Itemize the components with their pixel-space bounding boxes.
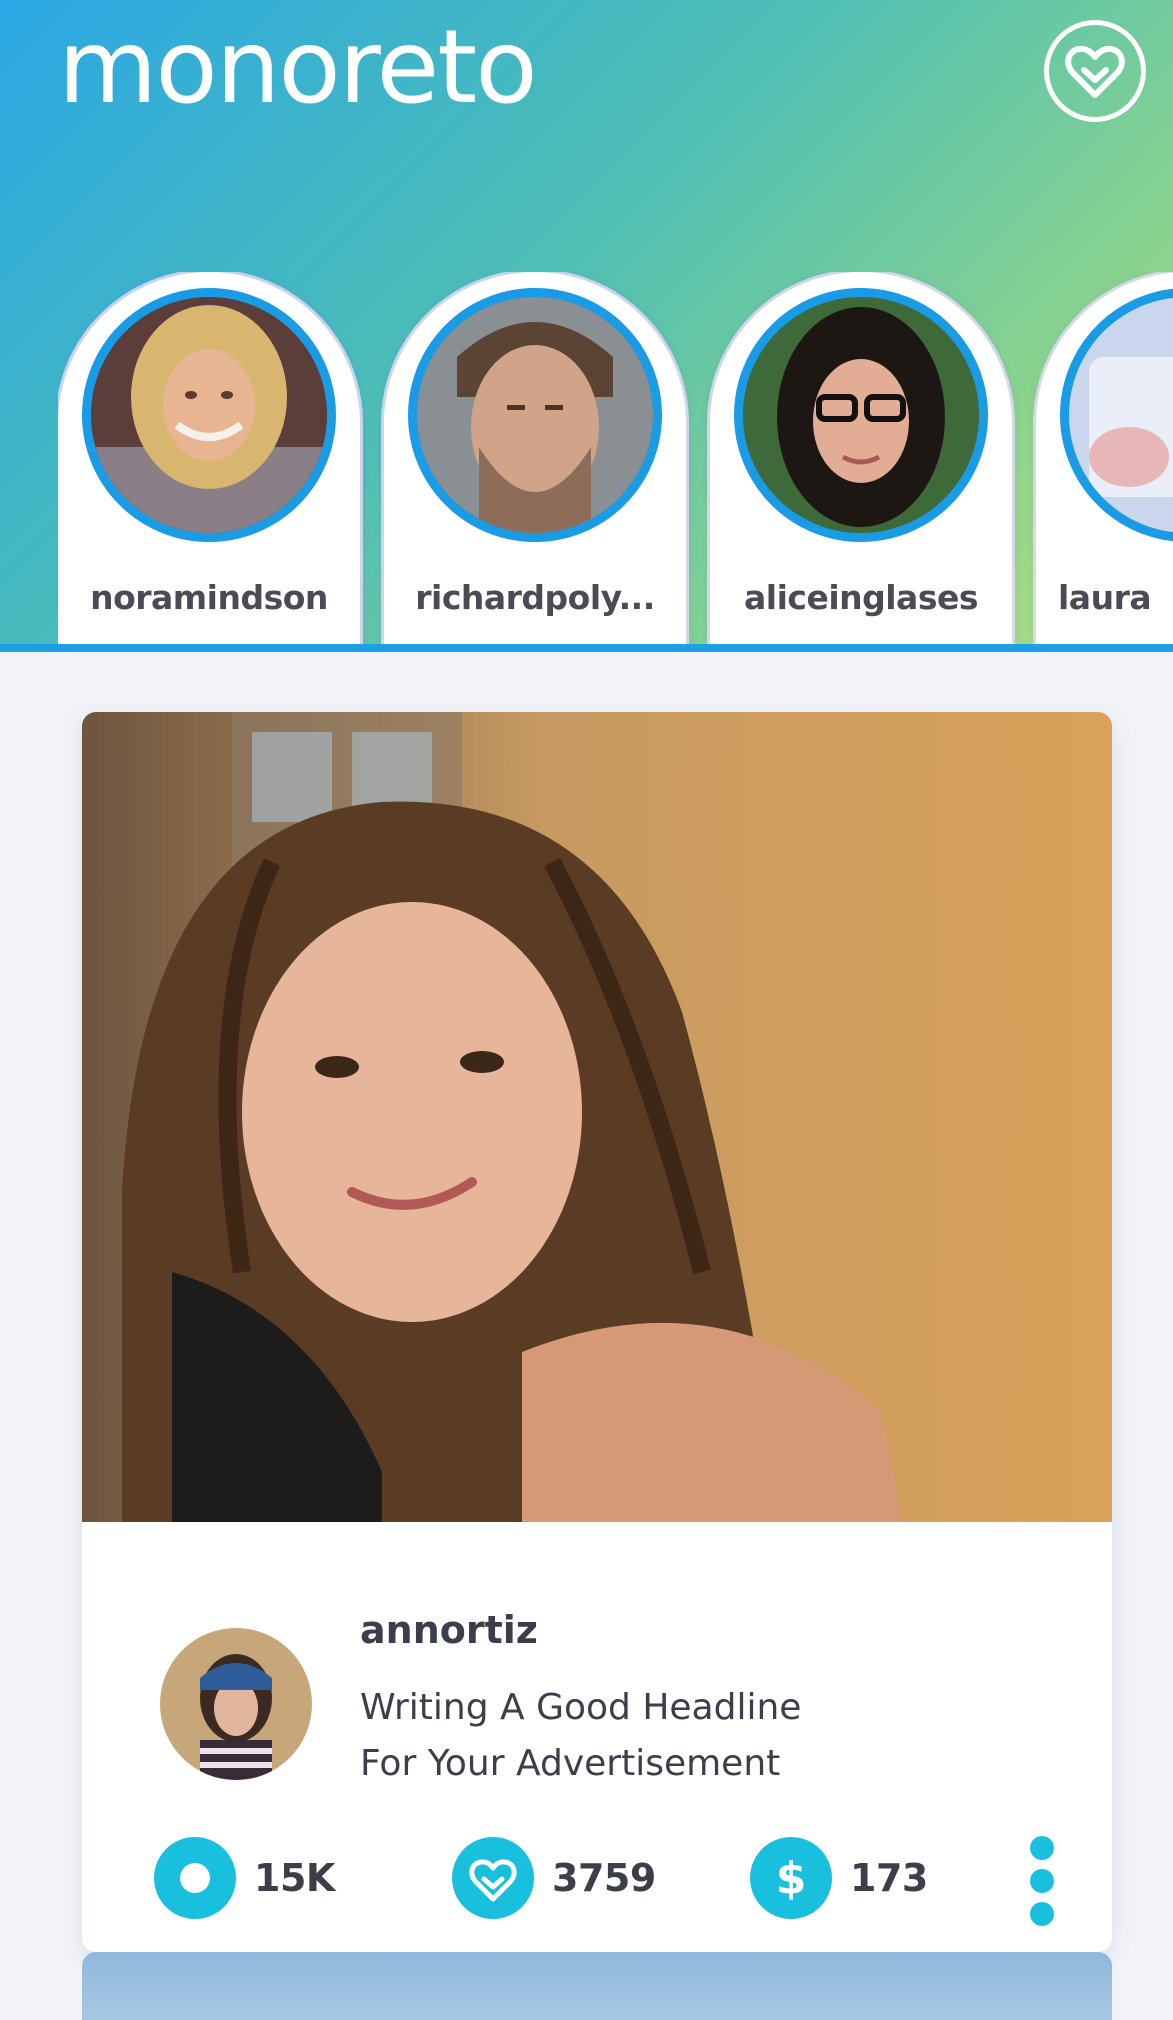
favorites-button[interactable] <box>1044 20 1146 122</box>
views-count: 15K <box>254 1856 335 1900</box>
headline-line: Writing A Good Headline <box>360 1687 802 1728</box>
app-screen: monoreto noramindson richardpoly... alic… <box>0 0 1173 2020</box>
author-avatar[interactable] <box>160 1628 312 1780</box>
dot <box>1030 1869 1054 1893</box>
story-card[interactable]: richardpoly... <box>384 272 686 644</box>
more-options-button[interactable] <box>1022 1836 1062 1926</box>
likes-count: 3759 <box>552 1856 656 1900</box>
next-post-photo <box>82 1952 1112 2020</box>
feed[interactable]: annortiz Writing A Good Headline For You… <box>0 652 1173 2020</box>
views-icon <box>154 1837 236 1919</box>
heart-icon <box>452 1837 534 1919</box>
heart-icon <box>1065 45 1125 98</box>
story-avatar <box>408 288 662 542</box>
post-card: annortiz Writing A Good Headline For You… <box>82 712 1112 1952</box>
app-logo[interactable]: monoreto <box>58 8 538 128</box>
dollar-icon: $ <box>750 1837 832 1919</box>
post-photo[interactable] <box>82 712 1112 1522</box>
story-username: noramindson <box>90 578 328 617</box>
likes-stat[interactable]: 3759 <box>452 1836 656 1920</box>
story-username: laura <box>1058 578 1152 617</box>
tips-count: 173 <box>850 1856 928 1900</box>
story-card[interactable]: aliceinglases <box>710 272 1012 644</box>
headline-line: For Your Advertisement <box>360 1743 781 1784</box>
post-stats: 15K 3759 $ 173 <box>154 1836 1054 1920</box>
post-author-name[interactable]: annortiz <box>360 1608 538 1652</box>
story-avatar <box>734 288 988 542</box>
story-username: richardpoly... <box>415 578 655 617</box>
story-card[interactable]: noramindson <box>58 272 360 644</box>
post-headline: Writing A Good Headline For Your Adverti… <box>360 1680 1000 1792</box>
story-avatar <box>1060 288 1173 542</box>
header: monoreto noramindson richardpoly... alic… <box>0 0 1173 652</box>
tips-stat[interactable]: $ 173 <box>750 1836 928 1920</box>
story-card[interactable]: laura <box>1036 272 1173 644</box>
views-stat[interactable]: 15K <box>154 1836 335 1920</box>
story-username: aliceinglases <box>743 578 979 617</box>
svg-text:$: $ <box>776 1853 807 1904</box>
dot <box>1030 1902 1054 1926</box>
story-avatar <box>82 288 336 542</box>
dot <box>1030 1836 1054 1860</box>
next-post-card[interactable] <box>82 1952 1112 2020</box>
stories-carousel[interactable]: noramindson richardpoly... aliceinglases… <box>58 272 1173 644</box>
